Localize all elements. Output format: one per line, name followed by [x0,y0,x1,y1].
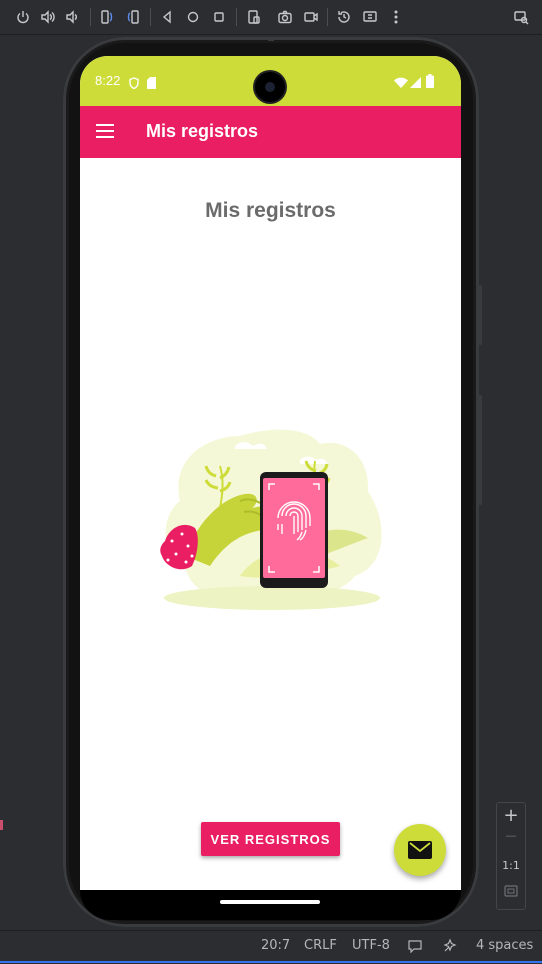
zoom-out-button[interactable]: — [497,829,525,853]
app-bar: Mis registros [80,106,461,158]
app-bar-title: Mis registros [146,121,259,141]
indent-setting[interactable]: 4 spaces [476,938,533,953]
phone-side-button [478,395,482,505]
status-bar: 8:22 [80,56,461,106]
toolbar-separator [327,8,328,26]
fold-icon[interactable] [244,7,264,27]
menu-icon[interactable] [96,124,114,138]
page-title: Mis registros [205,199,336,222]
gutter-marker [0,820,3,830]
gesture-nav-bar[interactable] [220,900,320,904]
home-icon[interactable] [183,7,203,27]
ide-status-bar: 20:7 CRLF UTF-8 4 spaces [0,930,542,964]
screen-record-icon[interactable] [301,7,321,27]
toolbar-separator [150,8,151,26]
toolbar-separator [90,8,91,26]
volume-down-icon[interactable] [63,7,83,27]
zoom-fit-button[interactable] [497,879,525,903]
emulator-toolbar [0,0,542,35]
fingerprint-illustration [140,416,400,616]
shield-icon [129,74,139,90]
zoom-panel: + — 1:1 [496,802,526,910]
wifi-icon [394,74,408,88]
zoom-in-button[interactable]: + [497,805,525,829]
phone-top-notch [268,37,274,41]
front-camera [255,72,285,102]
rotate-left-icon[interactable] [97,7,117,27]
fit-screen-icon [504,885,518,897]
device-explorer-icon[interactable] [511,7,531,27]
display-mode-icon[interactable] [360,7,380,27]
message-fab[interactable] [394,824,446,876]
screenshot-icon[interactable] [275,7,295,27]
phone-chin [80,890,461,920]
zoom-actual-size-button[interactable]: 1:1 [497,853,525,879]
readonly-toggle-icon[interactable] [408,939,422,957]
ver-registros-button[interactable]: VER REGISTROS [201,822,340,856]
more-icon[interactable] [386,7,406,27]
device-screen: 8:22 Mis registros Mis registros VER REG… [80,56,461,890]
caret-position[interactable]: 20:7 [261,938,290,953]
line-ending[interactable]: CRLF [304,938,337,953]
file-encoding[interactable]: UTF-8 [352,938,390,953]
snapshot-icon[interactable] [334,7,354,27]
phone-side-button [478,285,482,345]
back-icon[interactable] [157,7,177,27]
battery-icon [426,73,434,88]
ai-assistant-icon[interactable] [442,938,458,958]
toolbar-separator [236,8,237,26]
rotate-right-icon[interactable] [123,7,143,27]
sd-card-icon [147,74,156,89]
status-time: 8:22 [95,73,121,88]
overview-icon[interactable] [209,7,229,27]
mail-icon [408,841,432,859]
volume-up-icon[interactable] [38,7,58,27]
power-icon[interactable] [13,7,33,27]
signal-icon [410,74,421,88]
